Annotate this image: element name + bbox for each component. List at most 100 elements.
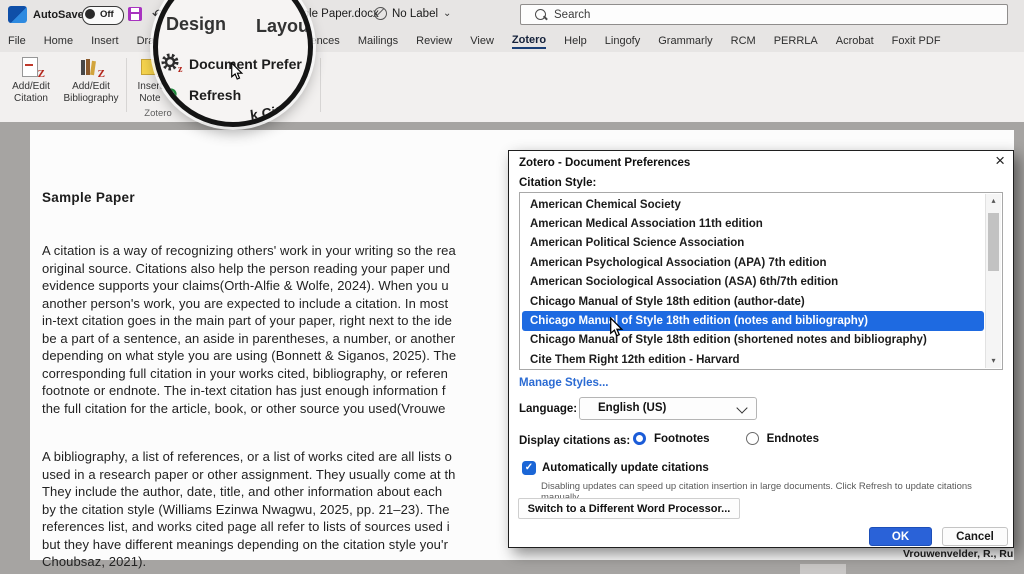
add-edit-citation-button[interactable]: Z Add/EditCitation	[4, 56, 58, 114]
style-option[interactable]: American Psychological Association (APA)…	[522, 253, 984, 272]
add-edit-bibliography-button[interactable]: Z Add/EditBibliography	[58, 56, 124, 114]
search-input[interactable]: Search	[520, 4, 1008, 25]
auto-update-label: Automatically update citations	[542, 462, 709, 474]
dialog-title: Zotero - Document Preferences	[519, 157, 690, 169]
search-placeholder: Search	[554, 9, 590, 21]
zotero-group-label: Zotero	[128, 108, 188, 119]
tab-view[interactable]: View	[470, 35, 494, 47]
style-option[interactable]: Chicago Manual of Style 18th edition (au…	[522, 292, 984, 311]
switch-word-processor-button[interactable]: Switch to a Different Word Processor...	[518, 498, 740, 519]
doc-line: original source. Citations also help the…	[42, 260, 510, 278]
tab-home[interactable]: Home	[44, 35, 73, 47]
doc-line: footnote or endnote. The in-text citatio…	[42, 382, 510, 400]
tab-file[interactable]: File	[8, 35, 26, 47]
scroll-down-icon[interactable]: ▾	[986, 354, 1001, 368]
tab-foxit-pdf[interactable]: Foxit PDF	[892, 35, 941, 47]
style-option[interactable]: American Sociological Association (ASA) …	[522, 273, 984, 292]
refresh-icon	[163, 86, 179, 107]
zotero-document-preferences-dialog: Zotero - Document Preferences × Citation…	[508, 150, 1014, 548]
doc-line: references list, and works cited page al…	[42, 518, 510, 536]
manage-styles-link[interactable]: Manage Styles...	[519, 377, 608, 389]
citation-icon: Z	[20, 56, 42, 78]
doc-line: used in a research paper or other assign…	[42, 466, 510, 484]
tab-lingofy[interactable]: Lingofy	[605, 35, 640, 47]
magnified-tab-design[interactable]: Design	[166, 14, 226, 35]
add-edit-bibliography-label: Add/EditBibliography	[63, 81, 118, 104]
scroll-up-icon[interactable]: ▴	[986, 194, 1001, 208]
doc-line: evidence supports your claims(Orth-Alfie…	[42, 277, 510, 295]
language-label: Language:	[519, 403, 577, 415]
sensitivity-icon	[374, 7, 387, 20]
doc-line: be a part of a sentence, an aside in par…	[42, 330, 510, 348]
footnotes-radio[interactable]	[633, 432, 646, 445]
sensitivity-label: No Label	[392, 8, 438, 20]
doc-heading: Sample Paper	[42, 190, 135, 205]
mouse-cursor-icon	[609, 317, 624, 344]
doc-line: in-text citation goes in the main part o…	[42, 312, 510, 330]
language-dropdown[interactable]: English (US)	[579, 397, 757, 420]
chevron-down-icon	[736, 402, 747, 413]
doc-paragraph-2: A bibliography, a list of references, or…	[42, 448, 510, 571]
close-icon[interactable]: ×	[995, 152, 1005, 170]
search-icon	[535, 9, 546, 20]
endnotes-radio[interactable]	[746, 432, 759, 445]
magnified-tab-layout[interactable]: Layou	[256, 16, 309, 37]
title-bar: AutoSave Off ↶ Sample Paper.docx No Labe…	[0, 0, 1024, 30]
chevron-down-icon: ⌄	[443, 9, 451, 19]
toggle-knob-icon	[85, 9, 95, 19]
tab-mailings[interactable]: Mailings	[358, 35, 398, 47]
citation-style-listbox: American Chemical Society American Medic…	[519, 192, 1003, 370]
mouse-cursor-icon	[230, 62, 244, 87]
language-value: English (US)	[598, 402, 666, 414]
tab-zotero[interactable]: Zotero	[512, 34, 546, 49]
tab-grammarly[interactable]: Grammarly	[658, 35, 712, 47]
listbox-scrollbar[interactable]: ▴ ▾	[985, 194, 1001, 368]
doc-line: A citation is a way of recognizing other…	[42, 242, 510, 260]
word-logo-icon	[8, 6, 27, 23]
style-option[interactable]: American Political Science Association	[522, 234, 984, 253]
style-option[interactable]: Cite Them Right 12th edition - Harvard	[522, 350, 984, 369]
doc-paragraph-1: A citation is a way of recognizing other…	[42, 242, 510, 417]
sensitivity-badge[interactable]: No Label ⌄	[374, 7, 451, 20]
doc-line: by the citation style (Williams Ezinwa N…	[42, 501, 510, 519]
ribbon-divider	[126, 58, 127, 112]
tab-insert[interactable]: Insert	[91, 35, 119, 47]
style-option[interactable]: American Chemical Society	[522, 195, 984, 214]
bibliography-icon: Z	[80, 56, 102, 78]
doc-line: depending on what style you are using (B…	[42, 347, 510, 365]
style-option-selected[interactable]: Chicago Manual of Style 18th edition (no…	[522, 311, 984, 330]
zotero-z-icon: z	[178, 64, 182, 75]
doc-line: but they have different meanings dependi…	[42, 536, 510, 554]
endnotes-label: Endnotes	[767, 433, 819, 445]
doc-line: They include the author, date, title, an…	[42, 483, 510, 501]
magnified-document-preferences[interactable]: Document Prefer	[189, 56, 302, 72]
doc-line: another person's work, you are expected …	[42, 295, 510, 313]
footnotes-label: Footnotes	[654, 433, 710, 445]
display-citations-radio-group: Footnotes Endnotes	[633, 432, 847, 445]
doc-line: the full citation for the article, book,…	[42, 400, 510, 418]
style-option[interactable]: Chicago Manual of Style 18th edition (sh…	[522, 331, 984, 350]
tab-rcm[interactable]: RCM	[731, 35, 756, 47]
add-edit-citation-label: Add/EditCitation	[12, 81, 50, 104]
scrollbar-thumb[interactable]	[988, 213, 999, 271]
magnified-refresh[interactable]: Refresh	[189, 87, 241, 103]
reference-fragment: Vrouwenvelder, R., Rula	[903, 548, 1013, 561]
autosave-label: AutoSave	[33, 9, 84, 21]
tab-acrobat[interactable]: Acrobat	[836, 35, 874, 47]
display-citations-label: Display citations as:	[519, 435, 630, 447]
doc-line: A bibliography, a list of references, or…	[42, 448, 510, 466]
style-option[interactable]: American Medical Association 11th editio…	[522, 214, 984, 233]
gear-icon	[160, 52, 180, 77]
save-icon[interactable]	[128, 7, 142, 21]
auto-update-checkbox[interactable]: ✓	[522, 461, 536, 475]
tab-review[interactable]: Review	[416, 35, 452, 47]
ok-button[interactable]: OK	[869, 527, 932, 546]
tab-perrla[interactable]: PERRLA	[774, 35, 818, 47]
autosave-toggle[interactable]: Off	[82, 6, 124, 25]
ribbon-divider	[320, 58, 321, 112]
cancel-button[interactable]: Cancel	[942, 527, 1008, 546]
insert-note-label: InsertNote	[137, 81, 162, 104]
autosave-state: Off	[100, 9, 114, 20]
tab-help[interactable]: Help	[564, 35, 587, 47]
doc-line: corresponding full citation in your work…	[42, 365, 510, 383]
